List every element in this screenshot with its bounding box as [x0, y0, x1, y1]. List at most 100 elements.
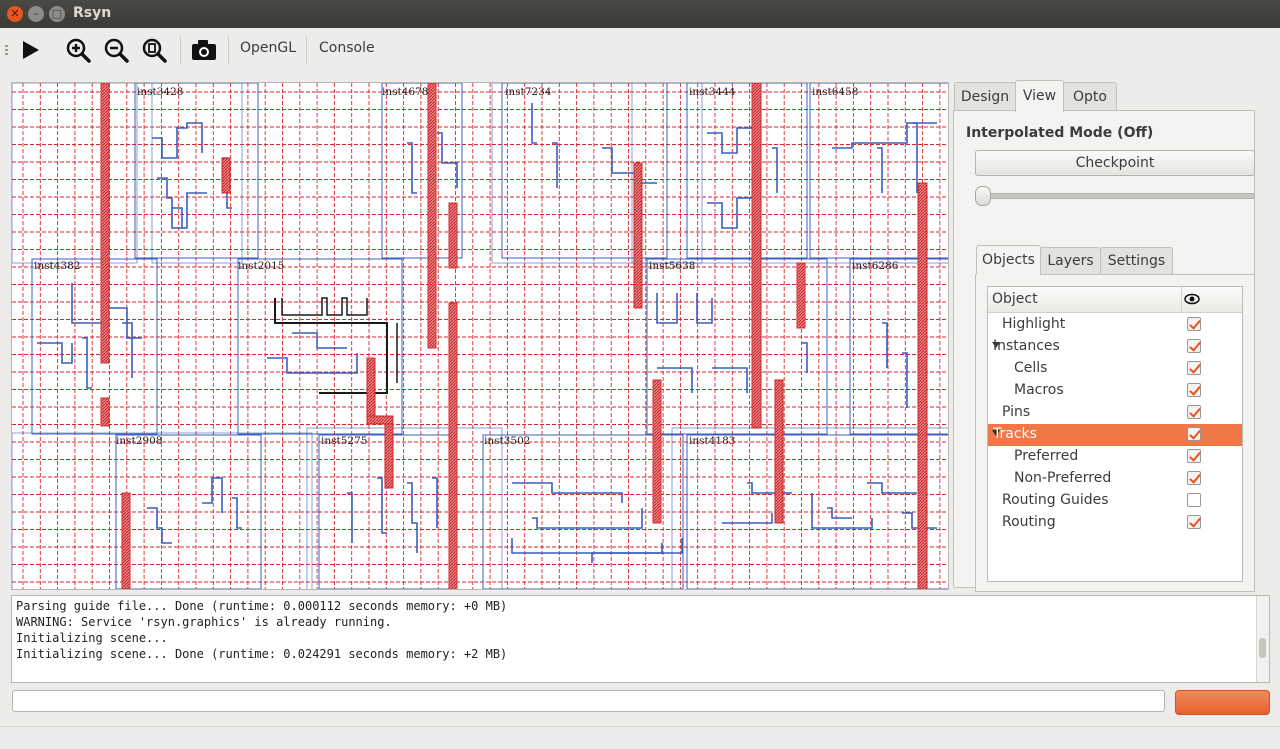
instance-label: inst2015: [238, 260, 284, 272]
macro-pins: [281, 297, 368, 316]
pin-shape: [591, 538, 683, 563]
tab-opto[interactable]: Opto: [1063, 82, 1117, 111]
tree-row-label: Cells: [1014, 360, 1048, 376]
minimize-window-button[interactable]: –: [28, 6, 44, 22]
routing-wire: [652, 379, 662, 524]
checkpoint-button[interactable]: Checkpoint: [975, 150, 1255, 176]
pin-shape: [407, 482, 418, 553]
visibility-checkbox[interactable]: [1187, 427, 1201, 441]
routing-wire: [384, 417, 394, 489]
toolbar-separator: [180, 36, 181, 64]
instance-label: inst7234: [505, 86, 552, 98]
visibility-checkbox[interactable]: [1187, 449, 1201, 463]
instance-label: inst3502: [484, 435, 530, 447]
console-output[interactable]: Parsing guide file... Done (runtime: 0.0…: [11, 595, 1270, 683]
pin-shape: [407, 142, 417, 194]
visibility-checkbox[interactable]: [1187, 471, 1201, 485]
pin-shape: [552, 142, 558, 188]
instance-label: inst3444: [689, 86, 736, 98]
zoom-out-button[interactable]: [100, 34, 132, 66]
zoom-out-icon: [104, 38, 129, 63]
command-input[interactable]: [12, 690, 1165, 712]
run-button[interactable]: [14, 34, 46, 66]
slider-handle[interactable]: [975, 186, 991, 206]
visibility-checkbox[interactable]: [1187, 383, 1201, 397]
header-divider: [1181, 287, 1182, 312]
routing-wire: [633, 162, 643, 309]
tree-row-macros[interactable]: Macros: [988, 380, 1242, 402]
visibility-checkbox[interactable]: [1187, 405, 1201, 419]
instance-label: inst4183: [689, 435, 735, 447]
screenshot-button[interactable]: [187, 34, 219, 66]
tree-row-label: Highlight: [1002, 316, 1066, 332]
pin-shape: [512, 482, 623, 503]
pin-shape: [827, 507, 852, 519]
maximize-window-button[interactable]: □: [49, 6, 65, 22]
instance-box: [237, 258, 403, 435]
cell-outline: [631, 83, 948, 264]
pin-shape: [147, 507, 172, 544]
zoom-in-button[interactable]: [62, 34, 94, 66]
object-column-header[interactable]: Object: [992, 291, 1038, 307]
routing-wire: [774, 379, 784, 524]
tab-layers[interactable]: Layers: [1040, 247, 1101, 274]
tree-row-label: Pins: [1002, 404, 1031, 420]
console-scrollbar[interactable]: [1256, 596, 1269, 682]
opengl-button[interactable]: OpenGL: [240, 40, 296, 56]
tree-row-cells[interactable]: Cells: [988, 358, 1242, 380]
title-bar: ✕ – □ Rsyn: [0, 0, 1280, 28]
routing-wire: [221, 157, 231, 194]
tree-row-routing-guides[interactable]: Routing Guides: [988, 490, 1242, 512]
object-tree[interactable]: Object Highlight Instances Cells Macros Pins…: [987, 286, 1243, 582]
checkpoint-slider[interactable]: [979, 193, 1255, 199]
close-window-button[interactable]: ✕: [7, 6, 23, 22]
tree-row-preferred[interactable]: Preferred: [988, 446, 1242, 468]
pin-shape: [37, 342, 73, 364]
tab-settings[interactable]: Settings: [1100, 247, 1173, 274]
tree-row-tracks[interactable]: Tracks: [988, 424, 1242, 446]
camera-icon: [192, 40, 216, 60]
pin-shape: [532, 508, 643, 529]
console-line: WARNING: Service 'rsyn.graphics' is alre…: [16, 615, 392, 629]
pin-shape: [811, 493, 873, 529]
routing-wire: [448, 202, 458, 269]
pin-shape: [82, 337, 92, 389]
routing-wire: [448, 302, 458, 589]
tree-row-routing[interactable]: Routing: [988, 512, 1242, 534]
pin-shape: [172, 207, 183, 228]
visibility-checkbox[interactable]: [1187, 515, 1201, 529]
pin-shape: [602, 147, 657, 184]
routing-wire: [751, 83, 762, 429]
window-title: Rsyn: [73, 5, 112, 21]
visibility-checkbox[interactable]: [1187, 317, 1201, 331]
console-line: Initializing scene... Done (runtime: 0.0…: [16, 647, 508, 661]
scrollbar-thumb[interactable]: [1259, 638, 1266, 658]
instance-label: inst5275: [321, 435, 367, 447]
tab-view[interactable]: View: [1015, 80, 1064, 112]
pin-shape: [882, 322, 888, 368]
instance-label: inst4382: [34, 260, 80, 272]
pin-shape: [531, 103, 537, 144]
pin-shape: [232, 497, 242, 529]
console-button[interactable]: Console: [319, 40, 375, 56]
zoom-fit-button[interactable]: [138, 34, 170, 66]
tree-row-instances[interactable]: Instances: [988, 336, 1242, 358]
tab-design[interactable]: Design: [954, 82, 1016, 111]
tree-row-pins[interactable]: Pins: [988, 402, 1242, 424]
routing-wire: [100, 83, 110, 364]
toolbar-grip[interactable]: [5, 45, 8, 55]
layout-view[interactable]: inst3428 inst4678 inst7234 inst3444 inst6458…: [12, 83, 948, 589]
execute-command-button[interactable]: [1175, 690, 1270, 715]
pin-shape: [267, 353, 358, 374]
pin-shape: [912, 122, 918, 193]
tree-row-non-preferred[interactable]: Non-Preferred: [988, 468, 1242, 490]
view-tab-body: Interpolated Mode (Off) Checkpoint Objec…: [953, 110, 1255, 592]
layout-canvas[interactable]: inst3428 inst4678 inst7234 inst3444 inst6458…: [11, 82, 949, 590]
visibility-checkbox[interactable]: [1187, 339, 1201, 353]
console-line: Parsing guide file... Done (runtime: 0.0…: [16, 599, 508, 613]
visibility-checkbox[interactable]: [1187, 493, 1201, 507]
tree-row-highlight[interactable]: Highlight: [988, 314, 1242, 336]
instance-label: inst5638: [649, 260, 695, 272]
visibility-checkbox[interactable]: [1187, 361, 1201, 375]
tab-objects[interactable]: Objects: [976, 245, 1041, 275]
